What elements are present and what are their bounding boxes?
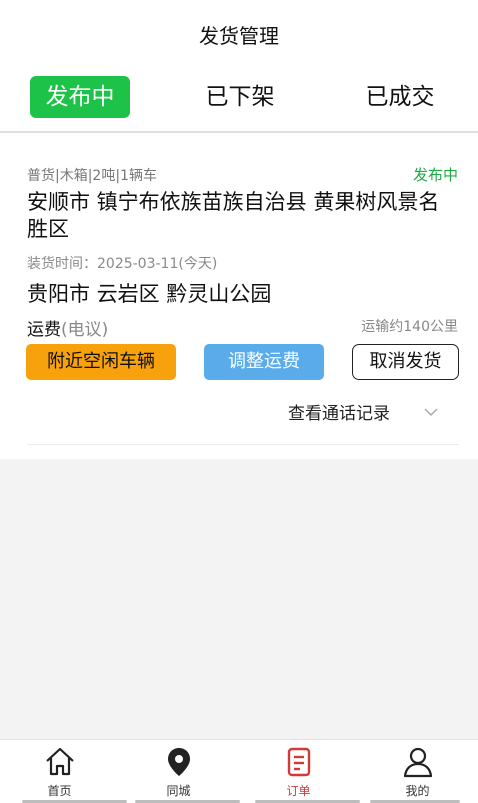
freight-fee: 运费(电议) [27, 315, 108, 340]
nav-home-label: 首页 [47, 784, 72, 798]
order-card[interactable]: 普货|木箱|2吨|1辆车 发布中 安顺市 镇宁布依族苗族自治县 黄果树风景名胜区… [0, 133, 478, 459]
from-address: 安顺市 镇宁布依族苗族自治县 黄果树风景名胜区 [27, 190, 440, 241]
header: 发货管理 发布中 已下架 已成交 [0, 0, 478, 132]
nearby-vehicles-button[interactable]: 附近空闲车辆 [26, 344, 176, 380]
nav-home[interactable]: 首页 [0, 740, 119, 803]
fee-label: 运费 [27, 320, 61, 340]
cargo-meta: 普货|木箱|2吨|1辆车 [27, 168, 157, 184]
location-icon [168, 748, 190, 776]
distance: 运输约140公里 [361, 319, 458, 335]
nav-local[interactable]: 同城 [119, 740, 238, 803]
user-icon [403, 747, 433, 778]
status-tabs: 发布中 已下架 已成交 [0, 76, 478, 118]
nav-orders[interactable]: 订单 [239, 740, 358, 803]
chevron-down-icon[interactable] [424, 405, 438, 419]
status-badge: 发布中 [412, 166, 458, 184]
fee-value: (电议) [61, 320, 109, 340]
order-icon [287, 747, 311, 777]
home-icon [46, 747, 74, 776]
load-time: 装货时间：2025-03-11(今天) [27, 256, 218, 272]
call-records-link[interactable]: 查看通话记录 [288, 399, 390, 424]
card-divider [27, 444, 459, 445]
nav-profile[interactable]: 我的 [358, 740, 477, 803]
tab-completed[interactable]: 已成交 [350, 76, 450, 118]
page-title: 发货管理 [199, 24, 279, 48]
to-address: 贵阳市 云岩区 黔灵山公园 [27, 282, 272, 306]
bottom-nav: 首页 同城 订单 我的 [0, 739, 478, 803]
adjust-fee-button[interactable]: 调整运费 [204, 344, 324, 380]
nav-local-label: 同城 [166, 784, 191, 798]
cancel-shipment-button[interactable]: 取消发货 [352, 344, 459, 380]
nav-profile-label: 我的 [405, 784, 430, 798]
tab-published[interactable]: 发布中 [30, 76, 130, 118]
nav-orders-label: 订单 [286, 784, 311, 798]
tab-removed[interactable]: 已下架 [190, 76, 290, 118]
